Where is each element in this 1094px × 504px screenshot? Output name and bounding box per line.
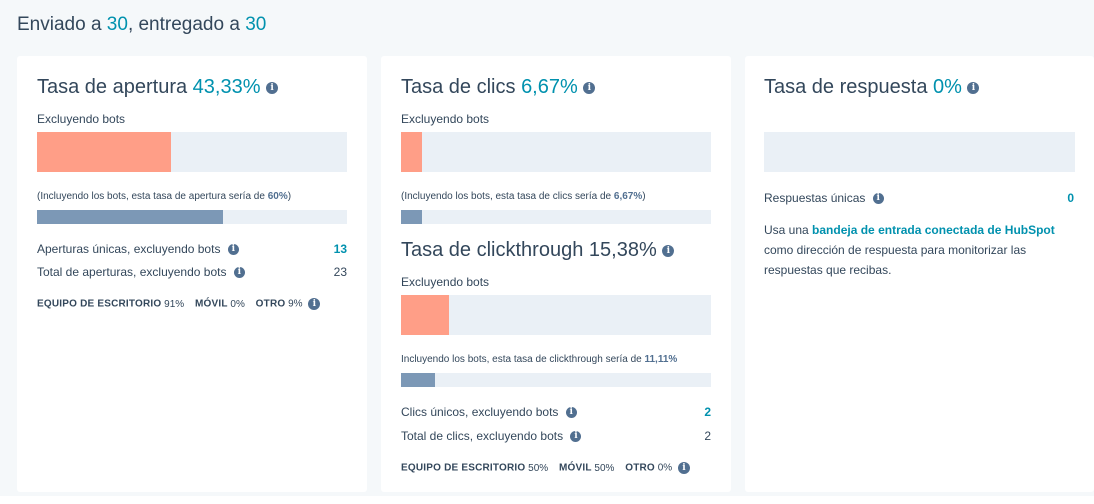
open-incl-value: 60% — [267, 191, 288, 202]
open-rate-title: Tasa de apertura 43,33% i — [37, 76, 279, 99]
stat-row: Aperturas únicas, excluyendo bots i — [37, 242, 239, 256]
device-value: 0% — [230, 298, 245, 310]
device-breakdown: EQUIPO DE ESCRITORIO 50% MÓVIL 50% OTRO … — [401, 462, 690, 474]
click-rate-bar — [401, 132, 711, 172]
info-icon[interactable]: i — [570, 431, 582, 443]
info-icon[interactable]: i — [677, 462, 690, 474]
reply-rate-bar — [764, 132, 1075, 172]
click-rate-card: Tasa de clics 6,67% i Excluyendo bots (I… — [381, 56, 731, 492]
device-label: OTRO — [255, 298, 286, 310]
stat-row: Total de aperturas, excluyendo bots i — [37, 265, 245, 279]
click-rate-title: Tasa de clics 6,67% i — [401, 76, 596, 99]
device-label: OTRO — [625, 462, 655, 474]
click-incl-suffix: ) — [642, 191, 646, 202]
reply-rate-card: Tasa de respuesta 0% i Respuestas únicas… — [745, 56, 1094, 492]
clickthrough-rate-value: 15,38% — [588, 239, 657, 261]
stat-row: Respuestas únicas i — [764, 191, 884, 205]
info-icon[interactable]: i — [233, 267, 245, 279]
stat-label: Clics únicos, excluyendo bots — [401, 405, 559, 419]
sent-label: Enviado a — [17, 14, 102, 35]
ct-incl-note: Incluyendo los bots, esta tasa de clickt… — [401, 354, 677, 365]
device-value: 50% — [594, 462, 615, 474]
clickthrough-rate-bar-fill — [401, 295, 449, 335]
connected-inbox-link[interactable]: bandeja de entrada conectada de HubSpot — [812, 223, 1055, 237]
clickthrough-rate-label: Tasa de clickthrough — [401, 239, 584, 261]
info-icon[interactable]: i — [565, 407, 577, 419]
open-rate-card: Tasa de apertura 43,33% i Excluyendo bot… — [17, 56, 367, 492]
device-label: EQUIPO DE ESCRITORIO — [401, 462, 526, 474]
device-value: 9% — [288, 298, 303, 310]
open-incl-bar — [37, 210, 347, 224]
stat-label: Aperturas únicas, excluyendo bots — [37, 242, 221, 256]
open-incl-prefix: (Incluyendo los bots, esta tasa de apert… — [37, 191, 265, 202]
ct-incl-bar-fill — [401, 373, 436, 387]
info-icon[interactable]: i — [967, 81, 980, 94]
info-icon[interactable]: i — [583, 81, 596, 94]
total-opens-value: 23 — [333, 265, 347, 279]
delivered-count: 30 — [245, 14, 267, 35]
info-icon[interactable]: i — [308, 298, 321, 310]
stat-label: Total de clics, excluyendo bots — [401, 429, 564, 443]
ct-excl-label: Excluyendo bots — [401, 275, 490, 289]
unique-opens-value[interactable]: 13 — [334, 242, 347, 256]
open-excl-label: Excluyendo bots — [37, 112, 126, 126]
click-rate-label: Tasa de clics — [401, 76, 516, 98]
click-incl-note: (Incluyendo los bots, esta tasa de clics… — [401, 191, 646, 202]
open-rate-bar-fill — [37, 132, 172, 172]
clickthrough-rate-bar — [401, 295, 711, 335]
info-icon[interactable]: i — [266, 81, 279, 94]
info-icon[interactable]: i — [662, 244, 675, 257]
stat-row: Total de clics, excluyendo bots i — [401, 429, 582, 443]
reply-help-text: Usa una bandeja de entrada conectada de … — [764, 220, 1084, 280]
open-incl-bar-fill — [37, 210, 223, 224]
delivered-label: , entregado a — [127, 14, 240, 35]
device-label: MÓVIL — [194, 298, 228, 310]
click-rate-value: 6,67% — [521, 76, 578, 98]
open-rate-value: 43,33% — [192, 76, 261, 98]
total-clicks-value: 2 — [704, 429, 711, 443]
email-performance-panel: Enviado a 30, entregado a 30 Tasa de ape… — [0, 0, 1094, 496]
stat-row: Clics únicos, excluyendo bots i — [401, 405, 577, 419]
device-value: 50% — [528, 462, 549, 474]
device-label: EQUIPO DE ESCRITORIO — [37, 298, 162, 310]
ct-incl-prefix: Incluyendo los bots, esta tasa de clickt… — [401, 354, 642, 365]
click-rate-bar-fill — [401, 132, 422, 172]
stat-label: Respuestas únicas — [764, 191, 866, 205]
open-rate-bar — [37, 132, 347, 172]
unique-replies-value[interactable]: 0 — [1067, 191, 1074, 205]
info-icon[interactable]: i — [872, 193, 884, 205]
device-value: 0% — [657, 462, 673, 474]
click-incl-value: 6,67% — [613, 191, 643, 202]
ct-incl-value: 11,11% — [644, 354, 678, 365]
click-incl-bar — [401, 210, 711, 224]
delivery-summary: Enviado a 30, entregado a 30 — [17, 14, 266, 36]
info-icon[interactable]: i — [227, 244, 239, 256]
reply-rate-title: Tasa de respuesta 0% i — [764, 76, 980, 99]
sent-count: 30 — [106, 14, 128, 35]
reply-help-prefix: Usa una — [764, 223, 809, 237]
device-breakdown: EQUIPO DE ESCRITORIO 91% MÓVIL 0% OTRO 9… — [37, 298, 321, 310]
click-incl-prefix: (Incluyendo los bots, esta tasa de clics… — [401, 191, 612, 202]
open-rate-label: Tasa de apertura — [37, 76, 188, 98]
unique-clicks-value[interactable]: 2 — [704, 405, 711, 419]
reply-rate-value: 0% — [933, 76, 962, 98]
open-incl-note: (Incluyendo los bots, esta tasa de apert… — [37, 191, 291, 202]
device-value: 91% — [164, 298, 185, 310]
reply-rate-label: Tasa de respuesta — [764, 76, 928, 98]
ct-incl-bar — [401, 373, 711, 387]
device-label: MÓVIL — [558, 462, 592, 474]
click-excl-label: Excluyendo bots — [401, 112, 490, 126]
clickthrough-rate-title: Tasa de clickthrough 15,38% i — [401, 239, 675, 262]
reply-help-suffix: como dirección de respuesta para monitor… — [764, 243, 1027, 277]
stat-label: Total de aperturas, excluyendo bots — [37, 265, 227, 279]
click-incl-bar-fill — [401, 210, 422, 224]
open-incl-suffix: ) — [287, 191, 292, 202]
